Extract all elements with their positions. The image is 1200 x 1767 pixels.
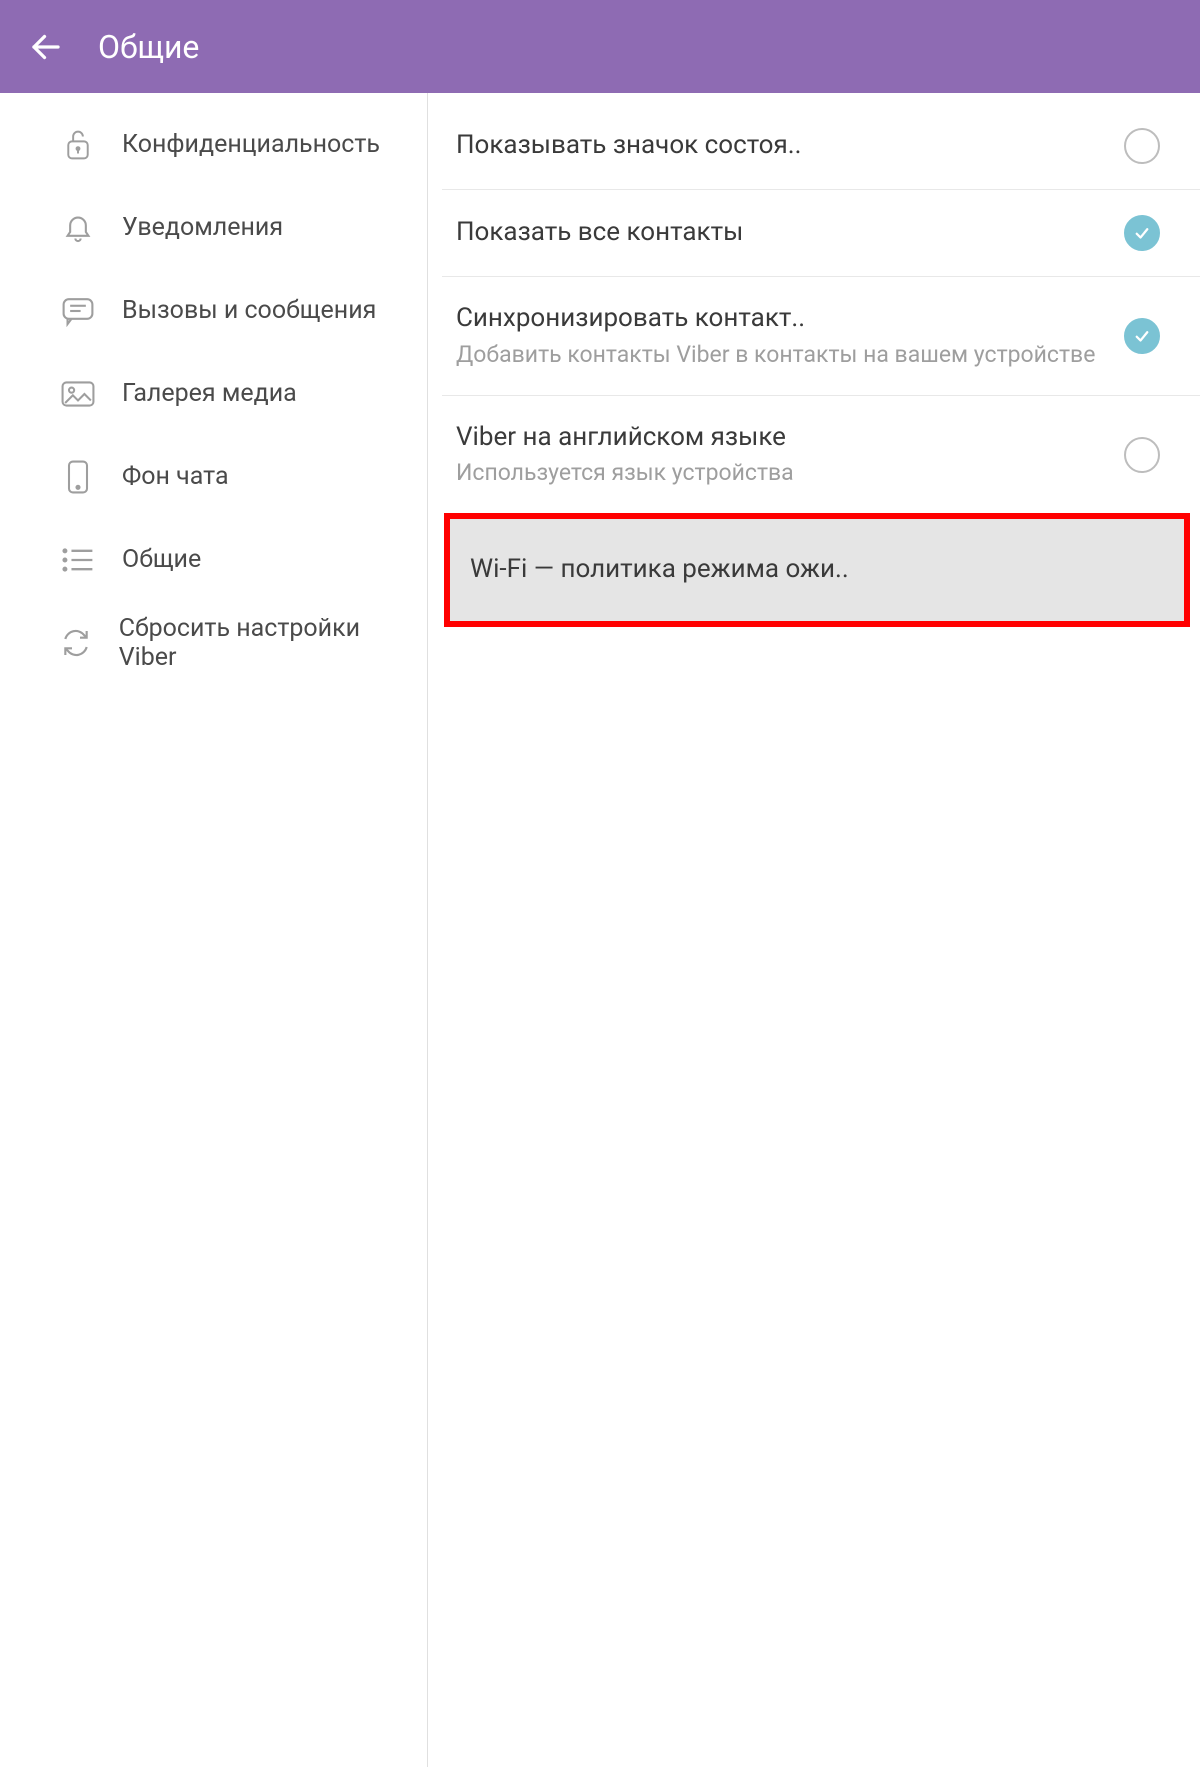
sidebar-item-label: Конфиденциальность (122, 130, 380, 159)
back-icon[interactable] (28, 29, 64, 65)
phone-icon (58, 457, 98, 497)
sidebar-item-calls-messages[interactable]: Вызовы и сообщения (0, 269, 427, 352)
sidebar-item-label: Фон чата (122, 462, 229, 491)
setting-text: Синхронизировать контакт.. Добавить конт… (456, 302, 1124, 370)
checkbox-unchecked[interactable] (1124, 437, 1160, 473)
list-icon (58, 540, 98, 580)
setting-show-status-icon[interactable]: Показывать значок состоя.. (442, 103, 1200, 190)
setting-subtitle: Используется язык устройства (456, 458, 1108, 488)
checkbox-checked[interactable] (1124, 215, 1160, 251)
setting-subtitle: Добавить контакты Viber в контакты на ва… (456, 340, 1108, 370)
sidebar-item-label: Общие (122, 545, 201, 574)
sidebar-item-label: Сбросить настройки Viber (119, 614, 399, 672)
message-icon (58, 291, 98, 331)
bell-icon (58, 208, 98, 248)
setting-title: Синхронизировать контакт.. (456, 302, 1108, 336)
sidebar-item-media-gallery[interactable]: Галерея медиа (0, 352, 427, 435)
page-title: Общие (98, 28, 199, 66)
lock-icon (58, 125, 98, 165)
setting-sync-contacts[interactable]: Синхронизировать контакт.. Добавить конт… (442, 277, 1200, 396)
image-icon (58, 374, 98, 414)
checkbox-unchecked[interactable] (1124, 128, 1160, 164)
setting-show-all-contacts[interactable]: Показать все контакты (442, 190, 1200, 277)
sidebar-item-label: Вызовы и сообщения (122, 296, 376, 325)
checkbox-checked[interactable] (1124, 318, 1160, 354)
setting-title: Показывать значок состоя.. (456, 129, 1108, 163)
sidebar-item-notifications[interactable]: Уведомления (0, 186, 427, 269)
setting-text: Показывать значок состоя.. (456, 129, 1124, 163)
sidebar-item-privacy[interactable]: Конфиденциальность (0, 103, 427, 186)
setting-title: Wi-Fi — политика режима ожи.. (470, 553, 1164, 587)
sidebar-item-general[interactable]: Общие (0, 518, 427, 601)
sidebar-item-label: Уведомления (122, 213, 283, 242)
setting-viber-english[interactable]: Viber на английском языке Используется я… (442, 396, 1200, 514)
sidebar-item-chat-background[interactable]: Фон чата (0, 435, 427, 518)
sidebar-item-reset-settings[interactable]: Сбросить настройки Viber (0, 601, 427, 684)
content-area: Конфиденциальность Уведомления Вызов (0, 93, 1200, 1767)
setting-title: Показать все контакты (456, 216, 1108, 250)
setting-text: Viber на английском языке Используется я… (456, 421, 1124, 489)
setting-wifi-sleep-policy[interactable]: Wi-Fi — политика режима ожи.. (444, 513, 1190, 627)
main-panel: Показывать значок состоя.. Показать все … (428, 93, 1200, 1767)
app-header: Общие (0, 0, 1200, 93)
sidebar: Конфиденциальность Уведомления Вызов (0, 93, 428, 1767)
setting-title: Viber на английском языке (456, 421, 1108, 455)
refresh-icon (58, 623, 95, 663)
setting-text: Показать все контакты (456, 216, 1124, 250)
sidebar-item-label: Галерея медиа (122, 379, 297, 408)
